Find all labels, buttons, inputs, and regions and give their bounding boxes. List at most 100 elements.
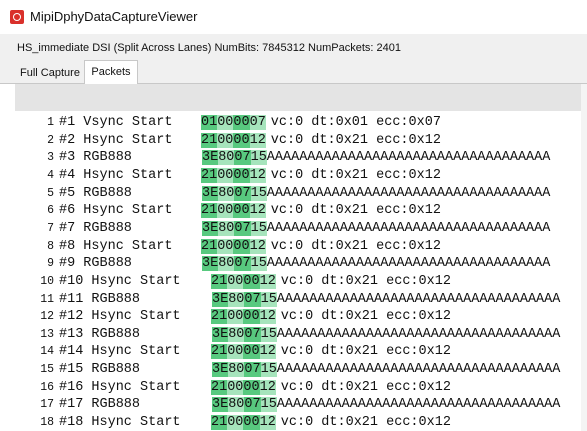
header-byte: 12 [259,309,276,325]
line-number: 3 [47,151,54,165]
packet-row[interactable]: 3 #3 RGB888 3E800715 AAAAAAAAAAAAAAAAAAAAAA… [15,149,587,166]
header-byte: 00 [227,379,244,395]
line-number: 12 [40,310,54,324]
header-byte: 15 [260,291,277,307]
packet-payload: AAAAAAAAAAAAAAAAAAAAAAAAAAAAAAAAAAA [266,185,551,201]
header-byte: 00 [217,203,234,219]
line-number: 6 [47,204,54,218]
line-number: 11 [40,292,54,306]
title-bar: MipiDphyDataCaptureViewer [0,0,587,34]
packet-fields: vc:0 dt:0x21 ecc:0x12 [280,273,451,289]
packet-payload: AAAAAAAAAAAAAAAAAAAAAAAAAAAAAAAAAAA [266,150,551,166]
packet-row[interactable]: 10 #10 Hsync Start 21000012 vc:0 dt:0x21 ec… [15,273,587,290]
packet-payload: AAAAAAAAAAAAAAAAAAAAAAAAAAAAAAAAAAA [276,326,561,342]
packet-row[interactable]: 4 #4 Hsync Start 21000012 vc:0 dt:0x21 ecc:… [15,167,587,184]
packet-row[interactable]: 6 #6 Hsync Start 21000012 vc:0 dt:0x21 ecc:… [15,202,587,219]
header-byte: 80 [228,291,245,307]
packet-header-hex: 21000012 [201,167,266,184]
packet-fields: vc:0 dt:0x21 ecc:0x12 [270,132,441,148]
header-byte: 12 [249,167,266,183]
packet-header-hex: 3E800715 [202,185,267,202]
packet-row[interactable]: 2 #2 Hsync Start 21000012 vc:0 dt:0x21 ecc:… [15,132,587,149]
header-byte: 00 [233,132,250,148]
packet-header-hex: 3E800715 [212,361,277,378]
packet-row[interactable]: 8 #8 Hsync Start 21000012 vc:0 dt:0x21 ecc:… [15,238,587,255]
packet-header-hex: 01000007 [201,114,266,131]
capture-info-text: HS_immediate DSI (Split Across Lanes) Nu… [17,42,401,54]
header-byte: 3E [212,326,229,342]
header-byte: 00 [227,309,244,325]
packet-label: #2 Hsync Start [59,132,173,148]
packet-row[interactable]: 12 #12 Hsync Start 21000012 vc:0 dt:0x21 ec… [15,308,587,325]
header-byte: 00 [217,167,234,183]
header-byte: 00 [233,203,250,219]
header-byte: 80 [218,150,235,166]
packet-label: #1 Vsync Start [59,115,173,130]
packet-label: #15 RGB888 [59,362,141,378]
packet-payload: AAAAAAAAAAAAAAAAAAAAAAAAAAAAAAAAAAA [276,362,561,378]
header-byte: 15 [260,362,277,378]
packet-listing[interactable]: 1 #1 Vsync Start 01000007 vc:0 dt:0x01 ecc:… [15,111,587,431]
window-title: MipiDphyDataCaptureViewer [30,9,198,24]
packet-payload: AAAAAAAAAAAAAAAAAAAAAAAAAAAAAAAAAAA [266,220,551,236]
packet-row[interactable]: 15 #15 RGB888 3E800715 AAAAAAAAAAAAAAAAAAAA… [15,361,587,378]
line-number: 13 [40,327,54,341]
packet-row[interactable]: 7 #7 RGB888 3E800715 AAAAAAAAAAAAAAAAAAAAAA… [15,220,587,237]
header-byte: 00 [227,415,244,431]
packet-header-hex: 21000012 [201,202,266,219]
header-byte: 07 [244,397,261,413]
packet-row[interactable]: 5 #5 RGB888 3E800715 AAAAAAAAAAAAAAAAAAAAAA… [15,185,587,202]
header-byte: 80 [228,326,245,342]
packet-label: #5 RGB888 [59,185,132,201]
tab-packets[interactable]: Packets [84,60,138,84]
header-byte: 07 [249,115,266,130]
packet-header-hex: 3E800715 [202,149,267,166]
packet-header-hex: 3E800715 [202,220,267,237]
header-byte: 80 [228,397,245,413]
header-byte: 80 [218,185,235,201]
packet-row[interactable]: 18 #18 Hsync Start 21000012 vc:0 dt:0x21 ec… [15,414,587,431]
line-number: 14 [40,345,54,359]
packet-row[interactable]: 17 #17 RGB888 3E800715 AAAAAAAAAAAAAAAAAAAA… [15,396,587,413]
header-byte: 21 [201,167,218,183]
app-logo-icon [10,10,24,24]
vertical-scrollbar[interactable] [581,84,587,431]
packet-fields: vc:0 dt:0x21 ecc:0x12 [280,379,451,395]
header-byte: 12 [259,273,276,289]
header-byte: 00 [243,415,260,431]
header-byte: 07 [234,150,251,166]
header-byte: 21 [211,273,228,289]
header-byte: 07 [244,291,261,307]
packet-header-hex: 3E800715 [212,291,277,308]
line-number: 9 [47,257,54,271]
header-byte: 3E [202,220,219,236]
packet-header-hex: 21000012 [211,308,276,325]
packet-row[interactable]: 11 #11 RGB888 3E800715 AAAAAAAAAAAAAAAAAAAA… [15,291,587,308]
header-byte: 21 [201,238,218,254]
packet-row[interactable]: 9 #9 RGB888 3E800715 AAAAAAAAAAAAAAAAAAAAAA… [15,255,587,272]
packet-payload: AAAAAAAAAAAAAAAAAAAAAAAAAAAAAAAAAAA [276,291,561,307]
packet-row[interactable]: 14 #14 Hsync Start 21000012 vc:0 dt:0x21 ec… [15,343,587,360]
packet-fields: vc:0 dt:0x21 ecc:0x12 [270,167,441,183]
header-byte: 15 [250,185,267,201]
header-byte: 12 [259,344,276,360]
packet-row[interactable]: 13 #13 RGB888 3E800715 AAAAAAAAAAAAAAAAAAAA… [15,326,587,343]
header-byte: 12 [249,238,266,254]
packet-label: #11 RGB888 [59,291,141,307]
packet-header-hex: 21000012 [211,273,276,290]
packet-fields: vc:0 dt:0x21 ecc:0x12 [270,203,441,219]
packet-row[interactable]: 1 #1 Vsync Start 01000007 vc:0 dt:0x01 ecc:… [15,114,587,131]
header-byte: 07 [244,362,261,378]
header-byte: 15 [250,150,267,166]
packet-payload: AAAAAAAAAAAAAAAAAAAAAAAAAAAAAAAAAAA [276,397,561,413]
tab-full-capture[interactable]: Full Capture [15,62,85,84]
header-byte: 00 [227,273,244,289]
line-number: 10 [40,274,54,288]
packet-row[interactable]: 16 #16 Hsync Start 21000012 vc:0 dt:0x21 ec… [15,379,587,396]
header-byte: 00 [233,238,250,254]
header-byte: 80 [228,362,245,378]
packet-header-hex: 21000012 [201,132,266,149]
packet-label: #16 Hsync Start [59,379,181,395]
header-byte: 21 [211,309,228,325]
packet-label: #9 RGB888 [59,256,132,272]
